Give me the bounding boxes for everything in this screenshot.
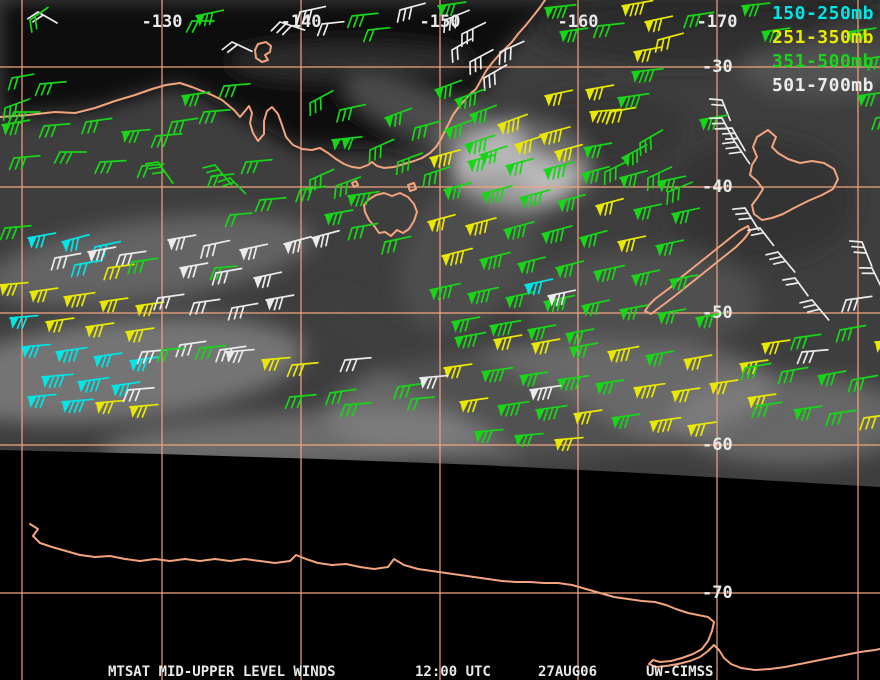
- legend-item-150-250mb: 150-250mb: [771, 3, 874, 24]
- latitude-label: -60: [702, 435, 733, 455]
- longitude-label: -160: [558, 12, 599, 32]
- caption-date: 27AUG06: [538, 664, 598, 680]
- latitude-label: -30: [702, 57, 733, 77]
- caption-time: 12:00 UTC: [415, 664, 491, 680]
- legend-item-351-500mb: 351-500mb: [771, 51, 874, 72]
- longitude-label: -150: [420, 12, 461, 32]
- legend-item-251-350mb: 251-350mb: [771, 27, 874, 48]
- map-canvas: -130 -140 -150 -160 -170 -30 -40 -50 -60 -70: [0, 0, 880, 680]
- satellite-wind-map: -130 -140 -150 -160 -170 -30 -40 -50 -60 -70 150-…: [0, 0, 880, 680]
- legend-item-501-700mb: 501-700mb: [771, 75, 874, 96]
- pressure-level-legend: 150-250mb 251-350mb 351-500mb 501-700mb: [772, 2, 874, 98]
- caption-bar: MTSAT MID-UPPER LEVEL WINDS 12:00 UTC 27…: [0, 664, 880, 680]
- longitude-label: -170: [697, 12, 738, 32]
- latitude-label: -40: [702, 177, 733, 197]
- latitude-label: -70: [702, 583, 733, 603]
- longitude-label: -140: [281, 12, 322, 32]
- caption-product-title: MTSAT MID-UPPER LEVEL WINDS: [108, 664, 336, 680]
- latitude-label: -50: [702, 303, 733, 323]
- longitude-label: -130: [142, 12, 183, 32]
- caption-source: UW-CIMSS: [646, 664, 714, 680]
